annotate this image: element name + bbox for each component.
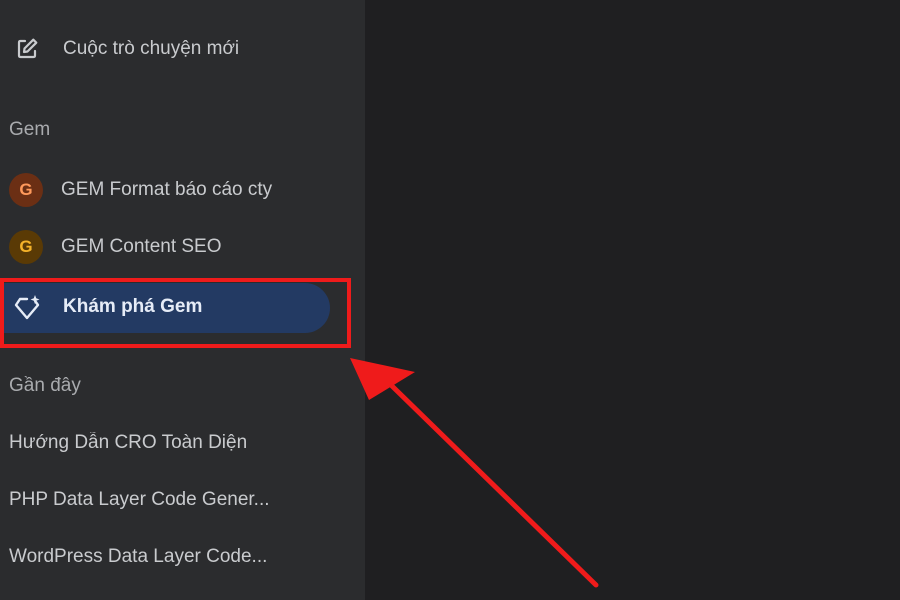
main-content-area — [365, 0, 900, 600]
gem-section-title: Gem — [9, 119, 51, 140]
recent-item[interactable]: WordPress Data Layer Code... — [9, 546, 309, 568]
explore-gem-button[interactable]: Khám phá Gem — [4, 283, 330, 333]
edit-icon — [17, 38, 38, 59]
gem-avatar: G — [9, 173, 43, 207]
explore-gem-label: Khám phá Gem — [63, 296, 203, 317]
new-chat-button[interactable]: Cuộc trò chuyện mới — [0, 22, 300, 74]
gem-avatar: G — [9, 230, 43, 264]
gem-item-label: GEM Format báo cáo cty — [61, 179, 273, 200]
recent-item[interactable]: PHP Data Layer Code Gener... — [9, 489, 309, 511]
gem-sparkle-icon — [14, 295, 40, 320]
gem-item-label: GEM Content SEO — [61, 236, 222, 257]
gem-item-format-bao-cao[interactable]: G GEM Format báo cáo cty — [0, 166, 330, 214]
new-chat-label: Cuộc trò chuyện mới — [63, 38, 240, 59]
gem-item-content-seo[interactable]: G GEM Content SEO — [0, 223, 330, 271]
recent-item[interactable]: Hướng Dẫn CRO Toàn Diện — [9, 432, 309, 454]
recent-section-title: Gần đây — [9, 375, 81, 396]
app-screen: Cuộc trò chuyện mới Gem G GEM Format báo… — [0, 0, 900, 600]
sidebar: Cuộc trò chuyện mới Gem G GEM Format báo… — [0, 0, 365, 600]
